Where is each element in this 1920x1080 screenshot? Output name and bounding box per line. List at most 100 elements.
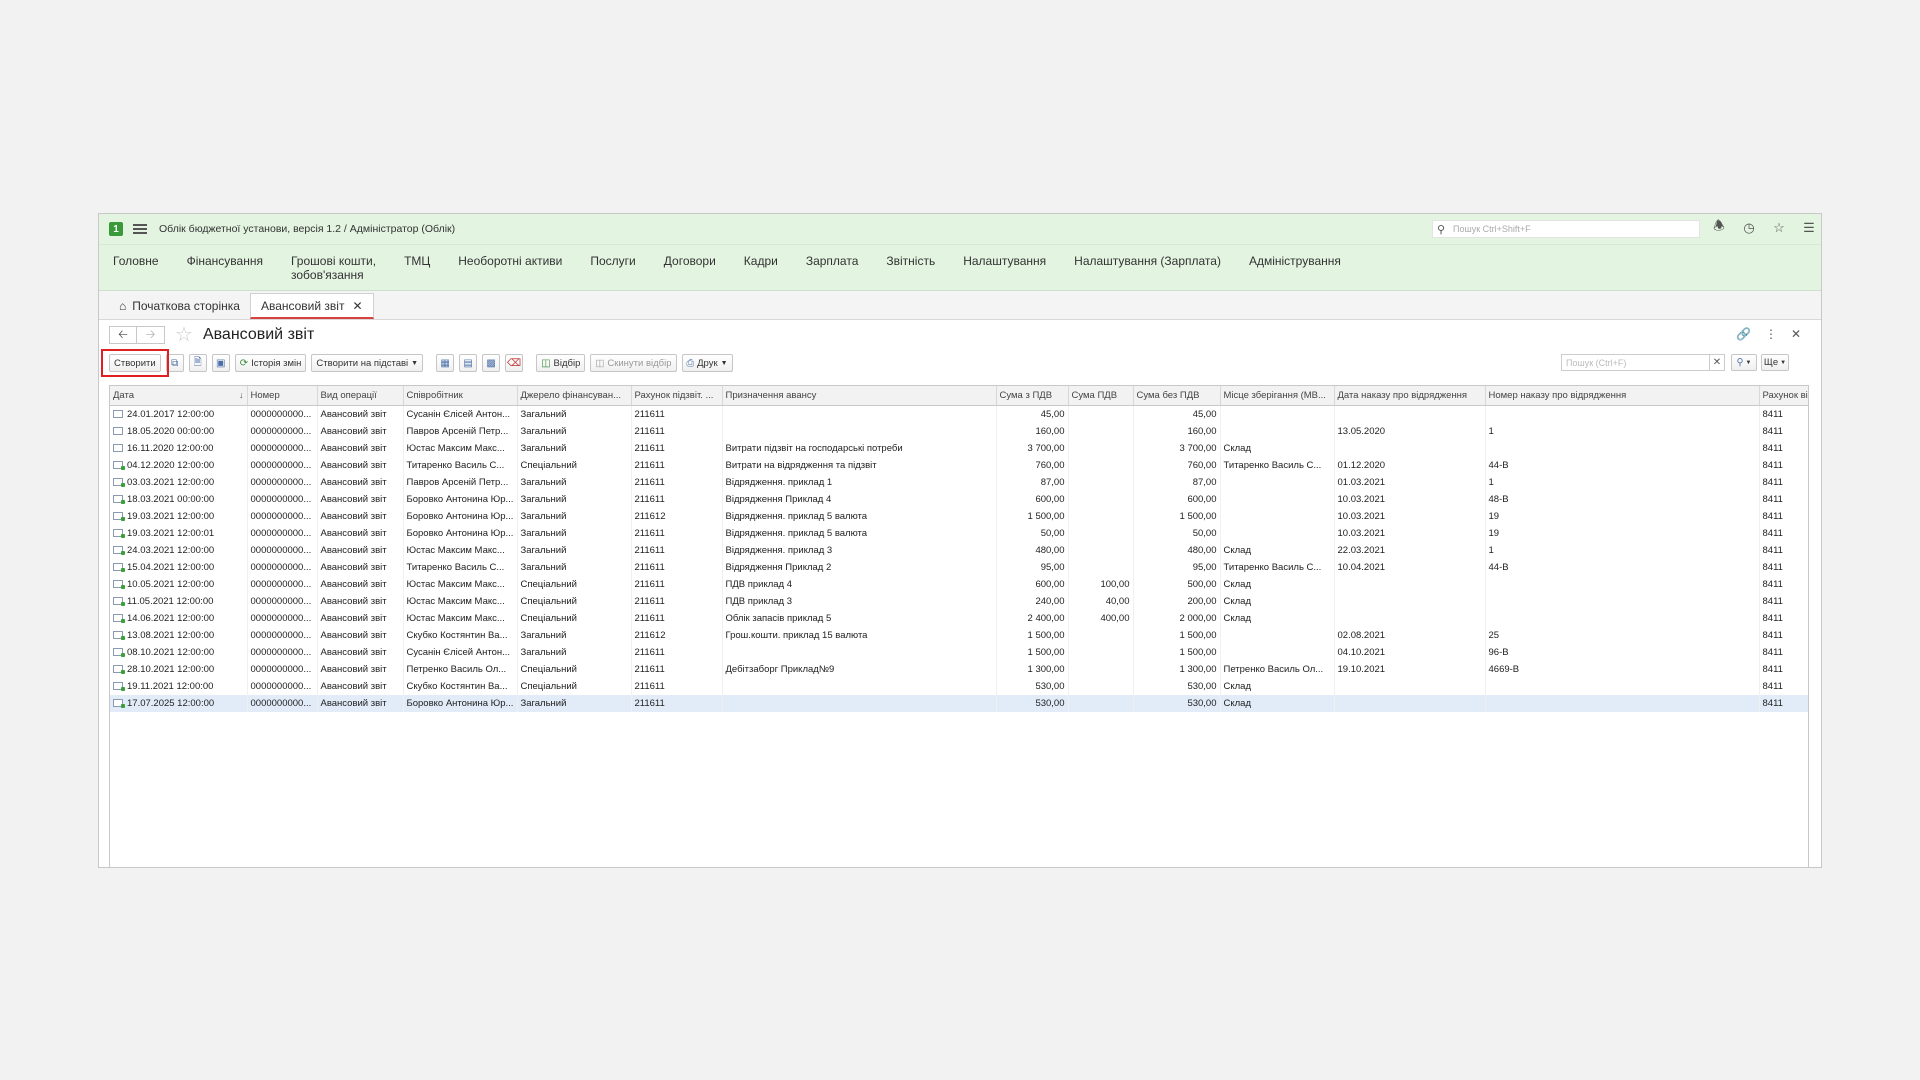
table-cell: 0000000000... — [247, 542, 318, 559]
table-row[interactable]: 11.05.2021 12:00:00 0000000000... Авансови… — [110, 593, 1808, 610]
menu-item[interactable]: Налаштування — [963, 254, 1046, 268]
table-row[interactable]: 24.03.2021 12:00:00 0000000000... Авансови… — [110, 542, 1808, 559]
clear-icon[interactable]: ⌫ — [505, 354, 524, 372]
filter-button[interactable]: ◫ Відбір — [536, 354, 586, 372]
more-button[interactable]: Ще ▼ — [1761, 354, 1789, 371]
create-button[interactable]: Створити — [109, 354, 161, 372]
menu-item[interactable]: Звітність — [886, 254, 935, 268]
close-form-icon[interactable]: ✕ — [1791, 327, 1801, 341]
history-icon[interactable]: ◷ — [1741, 220, 1757, 236]
search-button[interactable]: ⚲ ▼ — [1731, 354, 1757, 371]
column-header[interactable]: Співробітник — [403, 386, 518, 406]
table-row[interactable]: 13.08.2021 12:00:00 0000000000... Авансови… — [110, 627, 1808, 644]
main-menu-icon[interactable] — [133, 224, 147, 234]
column-header[interactable]: Місце зберігання (МВ... — [1220, 386, 1335, 406]
link-icon[interactable]: 🔗 — [1736, 327, 1751, 341]
documents-table[interactable]: Дата ↓ Номер Вид операції Співробітник Джерел… — [109, 385, 1809, 867]
table-view-icon[interactable]: ▩ — [482, 354, 501, 372]
copy-icon[interactable]: ⧉ — [165, 354, 184, 372]
global-search-input[interactable]: ⚲ Пошук Ctrl+Shift+F — [1432, 220, 1700, 238]
edit-icon[interactable]: 🗎 — [188, 354, 207, 372]
menu-item[interactable]: Необоротні активи — [458, 254, 562, 268]
tab-advance-report[interactable]: Авансовий звіт ✕ — [249, 293, 374, 319]
column-header[interactable]: Призначення авансу — [722, 386, 997, 406]
tab-home[interactable]: ⌂ Початкова сторінка — [109, 293, 250, 319]
column-header[interactable]: Сума з ПДВ — [996, 386, 1069, 406]
print-button[interactable]: ⎙ Друк ▼ — [681, 354, 733, 372]
table-row[interactable]: 15.04.2021 12:00:00 0000000000... Авансови… — [110, 559, 1808, 576]
menu-item[interactable]: Головне — [113, 254, 159, 268]
column-header[interactable]: Сума ПДВ — [1068, 386, 1134, 406]
table-cell: Спеціальний — [517, 661, 632, 678]
table-row[interactable]: 19.11.2021 12:00:00 0000000000... Авансови… — [110, 678, 1808, 695]
menu-item[interactable]: Зарплата — [806, 254, 859, 268]
table-row[interactable]: 28.10.2021 12:00:00 0000000000... Авансови… — [110, 661, 1808, 678]
menu-item[interactable]: Послуги — [590, 254, 635, 268]
post-icon[interactable]: ▣ — [211, 354, 230, 372]
table-cell: 1 500,00 — [1133, 627, 1221, 644]
app-logo-icon[interactable]: 1 — [109, 222, 123, 236]
column-header[interactable]: Дата наказу про відрядження — [1334, 386, 1486, 406]
cell-value: 8411 — [1762, 613, 1783, 624]
forward-button[interactable]: 🡢 — [137, 326, 165, 344]
table-row[interactable]: 04.12.2020 12:00:00 0000000000... Авансови… — [110, 457, 1808, 474]
table-row[interactable]: 24.01.2017 12:00:00 0000000000... Авансови… — [110, 405, 1808, 423]
back-button[interactable]: 🡠 — [109, 326, 137, 344]
create-based-on-button[interactable]: Створити на підставі ▼ — [311, 354, 424, 372]
column-header[interactable]: Вид операції — [317, 386, 404, 406]
column-header[interactable]: Джерело фінансуван... — [517, 386, 632, 406]
column-header-label: Сума з ПДВ — [999, 390, 1053, 401]
list-view-icon[interactable]: ▤ — [459, 354, 478, 372]
cell-value: Загальний — [520, 426, 567, 437]
table-cell: Титаренко Василь С... — [1220, 457, 1335, 474]
menu-item[interactable]: Договори — [664, 254, 716, 268]
column-header[interactable]: Рахунок ві — [1759, 386, 1808, 406]
menu-item[interactable]: Фінансування — [187, 254, 263, 268]
table-row[interactable]: 19.03.2021 12:00:00 0000000000... Авансови… — [110, 508, 1808, 525]
column-header[interactable]: Сума без ПДВ — [1133, 386, 1221, 406]
structure-icon[interactable]: ▦ — [436, 354, 455, 372]
menu-item[interactable]: Грошові кошти, зобов'язання — [291, 254, 376, 282]
table-row[interactable]: 03.03.2021 12:00:00 0000000000... Авансови… — [110, 474, 1808, 491]
cell-value: Склад — [1223, 579, 1252, 590]
table-row[interactable]: 17.07.2025 12:00:00 0000000000... Авансови… — [110, 695, 1808, 712]
printer-icon: ⎙ — [686, 357, 695, 369]
table-cell: Витрати на відрядження та підзвіт — [722, 457, 997, 474]
favorites-star-icon[interactable]: ☆ — [1771, 220, 1787, 236]
table-row[interactable]: 16.11.2020 12:00:00 0000000000... Авансови… — [110, 440, 1808, 457]
table-row[interactable]: 08.10.2021 12:00:00 0000000000... Авансови… — [110, 644, 1808, 661]
column-header[interactable]: Номер — [247, 386, 318, 406]
reset-filter-button[interactable]: ◫ Скинути відбір — [590, 354, 677, 372]
cell-value: 0000000000... — [250, 613, 312, 624]
notifications-bell-icon[interactable]: 🕭 — [1711, 218, 1727, 236]
menu-item[interactable]: Кадри — [744, 254, 778, 268]
cell-value: 25 — [1488, 630, 1500, 641]
list-search-input[interactable]: Пошук (Ctrl+F) ✕ — [1561, 354, 1725, 371]
history-button[interactable]: ⟳ Історія змін — [234, 354, 307, 372]
sort-down-icon[interactable]: ↓ — [239, 390, 244, 400]
column-header[interactable]: Рахунок підзвіт. ... — [631, 386, 723, 406]
favorite-star-icon[interactable]: ☆ — [175, 325, 193, 345]
close-tab-icon[interactable]: ✕ — [352, 299, 362, 313]
table-cell: 211611 — [631, 457, 723, 474]
table-row[interactable]: 10.05.2021 12:00:00 0000000000... Авансови… — [110, 576, 1808, 593]
table-row[interactable]: 18.05.2020 00:00:00 0000000000... Авансови… — [110, 423, 1808, 440]
column-header[interactable]: Дата ↓ — [110, 386, 248, 406]
menu-item[interactable]: ТМЦ — [404, 254, 430, 268]
table-cell: ПДВ приклад 4 — [722, 576, 997, 593]
cell-value: 0000000000... — [250, 562, 312, 573]
menu-item[interactable]: Налаштування (Зарплата) — [1074, 254, 1221, 268]
menu-item[interactable]: Адміністрування — [1249, 254, 1341, 268]
column-header[interactable]: Номер наказу про відрядження — [1485, 386, 1760, 406]
table-row[interactable]: 18.03.2021 00:00:00 0000000000... Авансови… — [110, 491, 1808, 508]
table-cell — [1485, 405, 1760, 423]
cell-value: 0000000000... — [250, 409, 312, 420]
settings-menu-icon[interactable]: ☰ — [1801, 220, 1817, 236]
table-row[interactable]: 14.06.2021 12:00:00 0000000000... Авансови… — [110, 610, 1808, 627]
clear-search-icon[interactable]: ✕ — [1709, 355, 1724, 370]
more-vertical-icon[interactable]: ⋮ — [1765, 327, 1777, 341]
table-cell: 1 — [1485, 423, 1760, 440]
table-row[interactable]: 19.03.2021 12:00:01 0000000000... Авансови… — [110, 525, 1808, 542]
table-cell: 760,00 — [996, 457, 1069, 474]
cell-value: 08.10.2021 12:00:00 — [127, 647, 215, 658]
